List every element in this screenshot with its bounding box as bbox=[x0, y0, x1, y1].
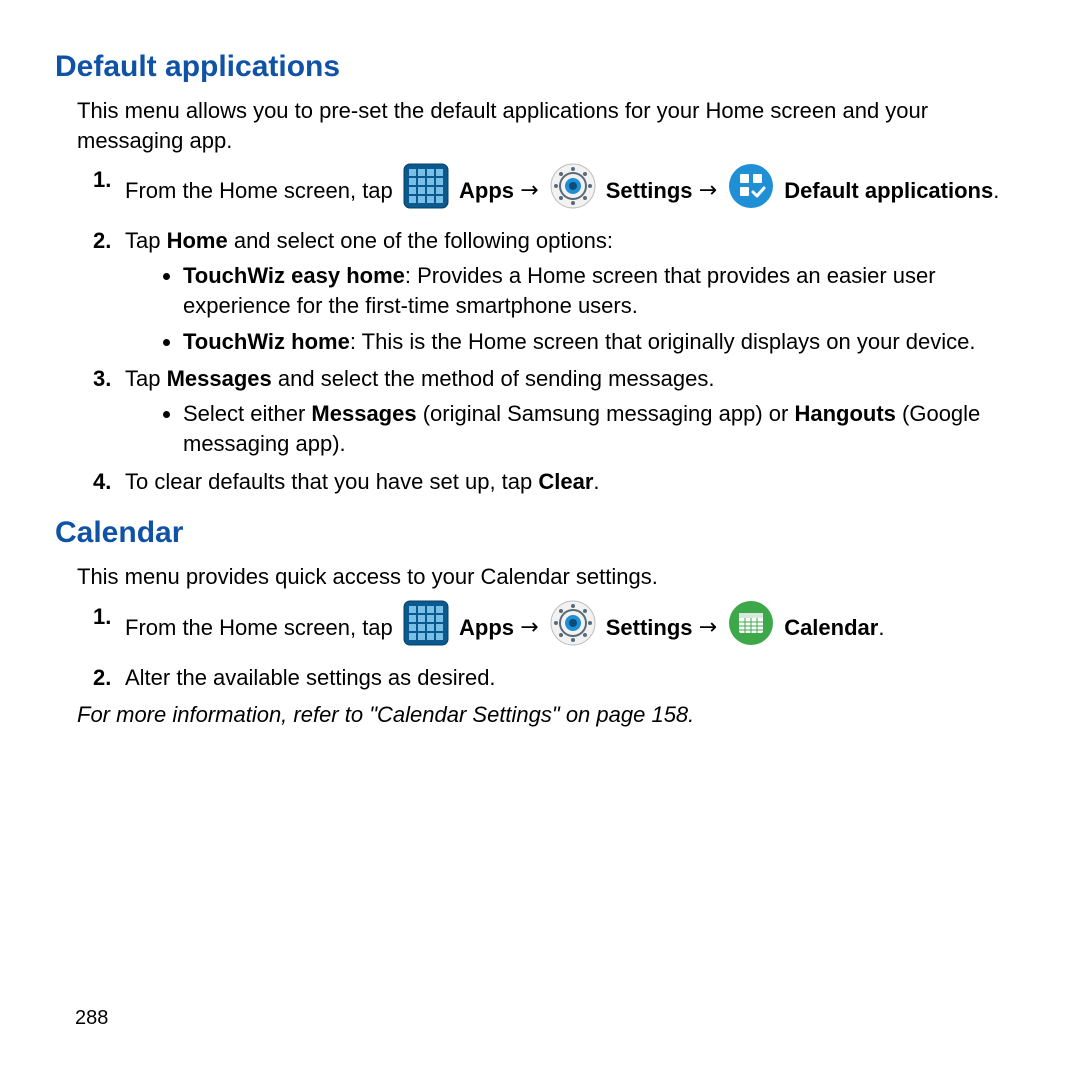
step4-end: . bbox=[593, 469, 599, 494]
heading-default-applications: Default applications bbox=[55, 50, 1025, 84]
step3-a: Tap bbox=[125, 366, 167, 391]
settings-gear-icon bbox=[550, 163, 596, 218]
manual-page: Default applications This menu allows yo… bbox=[0, 0, 1080, 1080]
default-apps-icon bbox=[728, 163, 774, 218]
step2-b: and select one of the following options: bbox=[228, 228, 613, 253]
step2-option-1: TouchWiz easy home: Provides a Home scre… bbox=[183, 261, 1025, 320]
calendar-reference: For more information, refer to "Calendar… bbox=[55, 700, 1025, 730]
cal-step1-apps-label: Apps bbox=[459, 615, 514, 640]
cal-step-2: Alter the available settings as desired. bbox=[125, 661, 1025, 694]
settings-gear-icon bbox=[550, 600, 596, 655]
intro-default-applications: This menu allows you to pre-set the defa… bbox=[55, 96, 1025, 155]
arrow-icon: → bbox=[699, 615, 724, 640]
step1-settings-label: Settings bbox=[606, 178, 693, 203]
step3-sub-mid: (original Samsung messaging app) or bbox=[417, 401, 795, 426]
step4-clear: Clear bbox=[538, 469, 593, 494]
arrow-icon: → bbox=[699, 178, 724, 203]
step3-options: Select either Messages (original Samsung… bbox=[125, 399, 1025, 458]
step1-text-a: From the Home screen, tap bbox=[125, 178, 399, 203]
apps-grid-icon bbox=[403, 600, 449, 655]
step-4: To clear defaults that you have set up, … bbox=[125, 465, 1025, 498]
step2-opt2-b: TouchWiz home bbox=[183, 329, 350, 354]
page-number: 288 bbox=[75, 1007, 108, 1030]
step3-sub-a: Select either bbox=[183, 401, 311, 426]
cal-step-1: From the Home screen, tap Apps → bbox=[125, 600, 1025, 655]
calendar-icon bbox=[728, 600, 774, 655]
step-1: From the Home screen, tap Apps → bbox=[125, 163, 1025, 218]
intro-calendar: This menu provides quick access to your … bbox=[55, 562, 1025, 592]
steps-calendar: From the Home screen, tap Apps → bbox=[55, 600, 1025, 694]
cal-step1-settings-label: Settings bbox=[606, 615, 693, 640]
step2-option-2: TouchWiz home: This is the Home screen t… bbox=[183, 327, 1025, 357]
step2-opt1-b: TouchWiz easy home bbox=[183, 263, 405, 288]
step1-apps-label: Apps bbox=[459, 178, 514, 203]
step3-sub-hangouts: Hangouts bbox=[794, 401, 895, 426]
heading-calendar: Calendar bbox=[55, 516, 1025, 550]
step2-a: Tap bbox=[125, 228, 167, 253]
step3-option-1: Select either Messages (original Samsung… bbox=[183, 399, 1025, 458]
step-3: Tap Messages and select the method of se… bbox=[125, 362, 1025, 458]
step1-period: . bbox=[993, 178, 999, 203]
arrow-icon: → bbox=[520, 615, 545, 640]
steps-default-applications: From the Home screen, tap Apps → bbox=[55, 163, 1025, 497]
step4-a: To clear defaults that you have set up, … bbox=[125, 469, 538, 494]
step2-opt2-t: : This is the Home screen that originall… bbox=[350, 329, 976, 354]
step3-b: and select the method of sending message… bbox=[272, 366, 715, 391]
cal-step1-a: From the Home screen, tap bbox=[125, 615, 399, 640]
arrow-icon: → bbox=[520, 178, 545, 203]
step3-sub-msgs: Messages bbox=[311, 401, 416, 426]
cal-step1-period: . bbox=[878, 615, 884, 640]
step3-msgs: Messages bbox=[167, 366, 272, 391]
step2-options: TouchWiz easy home: Provides a Home scre… bbox=[125, 261, 1025, 356]
step2-home: Home bbox=[167, 228, 228, 253]
cal-step1-calendar-label: Calendar bbox=[784, 615, 878, 640]
step1-default-label: Default applications bbox=[784, 178, 993, 203]
apps-grid-icon bbox=[403, 163, 449, 218]
step-2: Tap Home and select one of the following… bbox=[125, 224, 1025, 356]
